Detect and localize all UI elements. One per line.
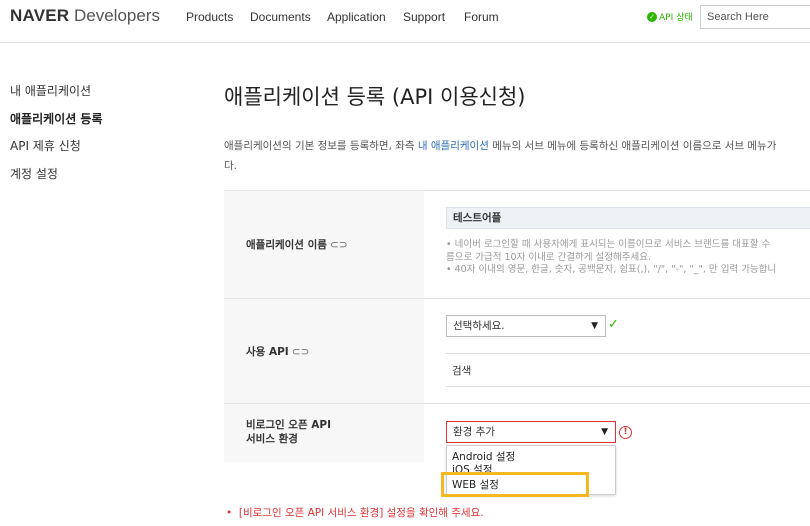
app-name-label-text: 애플리케이션 이름 — [246, 239, 327, 251]
sidebar-item-api-partnership[interactable]: API 제휴 신청 — [10, 137, 103, 165]
api-label-text: 사용 API — [246, 346, 289, 358]
naver-developers-logo[interactable]: NAVER Developers — [10, 6, 160, 26]
hint-line: 름으로 가급적 10자 이내로 간결하게 설정해주세요. — [446, 251, 652, 263]
service-env-label: 비로그인 오픈 API 서비스 환경 — [246, 418, 331, 446]
sidebar-item-register-app[interactable]: 애플리케이션 등록 — [10, 110, 103, 138]
page-description: 애플리케이션의 기본 정보를 등록하면, 좌측 내 애플리케이션 메뉴의 서브 … — [224, 136, 810, 176]
app-name-label: 애플리케이션 이름 ⊂⊃ — [246, 237, 348, 252]
row-api: 사용 API ⊂⊃ 선택하세요. ▼ ✓ 검색 — [224, 299, 810, 404]
nav-support[interactable]: Support — [403, 10, 445, 24]
env-select-value: 환경 추가 — [453, 426, 495, 438]
link-icon: ⊂⊃ — [291, 346, 310, 358]
sidebar-item-my-apps[interactable]: 내 애플리케이션 — [10, 82, 103, 110]
desc-text-2: 메뉴의 서브 메뉴에 등록하신 애플리케이션 이름으로 서브 메뉴가 — [488, 140, 777, 152]
selected-api-search[interactable]: 검색 — [446, 353, 810, 387]
chevron-down-icon: ▼ — [591, 321, 598, 331]
hint-line: • 네이버 로그인할 때 사용자에게 표시되는 이름이므로 서비스 브랜드를 대… — [446, 239, 771, 250]
error-icon: ! — [619, 426, 632, 439]
api-status-link[interactable]: ✓ API 상태 — [647, 10, 693, 23]
sidebar: 내 애플리케이션 애플리케이션 등록 API 제휴 신청 계정 설정 — [10, 82, 103, 192]
search-input[interactable]: Search Here — [700, 5, 810, 29]
app-name-input[interactable]: 테스트어플 — [446, 207, 810, 229]
app-name-hints: • 네이버 로그인할 때 사용자에게 표시되는 이름이므로 서비스 브랜드를 대… — [446, 239, 776, 277]
api-label: 사용 API ⊂⊃ — [246, 344, 309, 359]
row-app-name: 애플리케이션 이름 ⊂⊃ 테스트어플 • 네이버 로그인할 때 사용자에게 표시되… — [224, 191, 810, 299]
bullet: • — [226, 507, 239, 519]
check-circle-icon: ✓ — [647, 11, 657, 22]
my-apps-link[interactable]: 내 애플리케이션 — [418, 140, 489, 152]
error-message: • [비로그인 오픈 API 서비스 환경] 설정을 확인해 주세요. — [226, 505, 484, 520]
chevron-down-icon: ▼ — [601, 427, 608, 437]
hint-line: • 40자 이내의 영문, 한글, 숫자, 공백문자, 쉼표(,), "/", … — [446, 264, 777, 275]
sidebar-item-account-settings[interactable]: 계정 설정 — [10, 165, 103, 193]
app-registration-form: 애플리케이션 이름 ⊂⊃ 테스트어플 • 네이버 로그인할 때 사용자에게 표시되… — [224, 190, 810, 462]
api-status-label: API 상태 — [659, 13, 693, 23]
api-select[interactable]: 선택하세요. ▼ — [446, 315, 606, 337]
nav-documents[interactable]: Documents — [250, 10, 311, 24]
nav-application[interactable]: Application — [327, 10, 386, 24]
api-select-value: 선택하세요. — [453, 320, 505, 332]
env-select[interactable]: 환경 추가 ▼ — [446, 421, 616, 443]
error-message-text: [비로그인 오픈 API 서비스 환경] 설정을 확인해 주세요. — [238, 507, 484, 519]
web-option-highlight — [441, 472, 589, 497]
service-env-label-line2: 서비스 환경 — [246, 433, 298, 445]
nav-products[interactable]: Products — [186, 10, 233, 24]
page-title: 애플리케이션 등록 (API 이용신청) — [224, 85, 526, 109]
service-env-label-line1: 비로그인 오픈 API — [246, 419, 331, 431]
nav-forum[interactable]: Forum — [464, 10, 499, 24]
desc-text-1: 애플리케이션의 기본 정보를 등록하면, 좌측 — [224, 140, 418, 152]
logo-naver: NAVER — [10, 6, 70, 25]
top-header: NAVER Developers Products Documents Appl… — [0, 0, 810, 43]
logo-developers: Developers — [73, 6, 160, 25]
link-icon: ⊂⊃ — [329, 239, 348, 251]
desc-text-3: 다. — [224, 160, 237, 172]
check-icon: ✓ — [608, 317, 619, 332]
